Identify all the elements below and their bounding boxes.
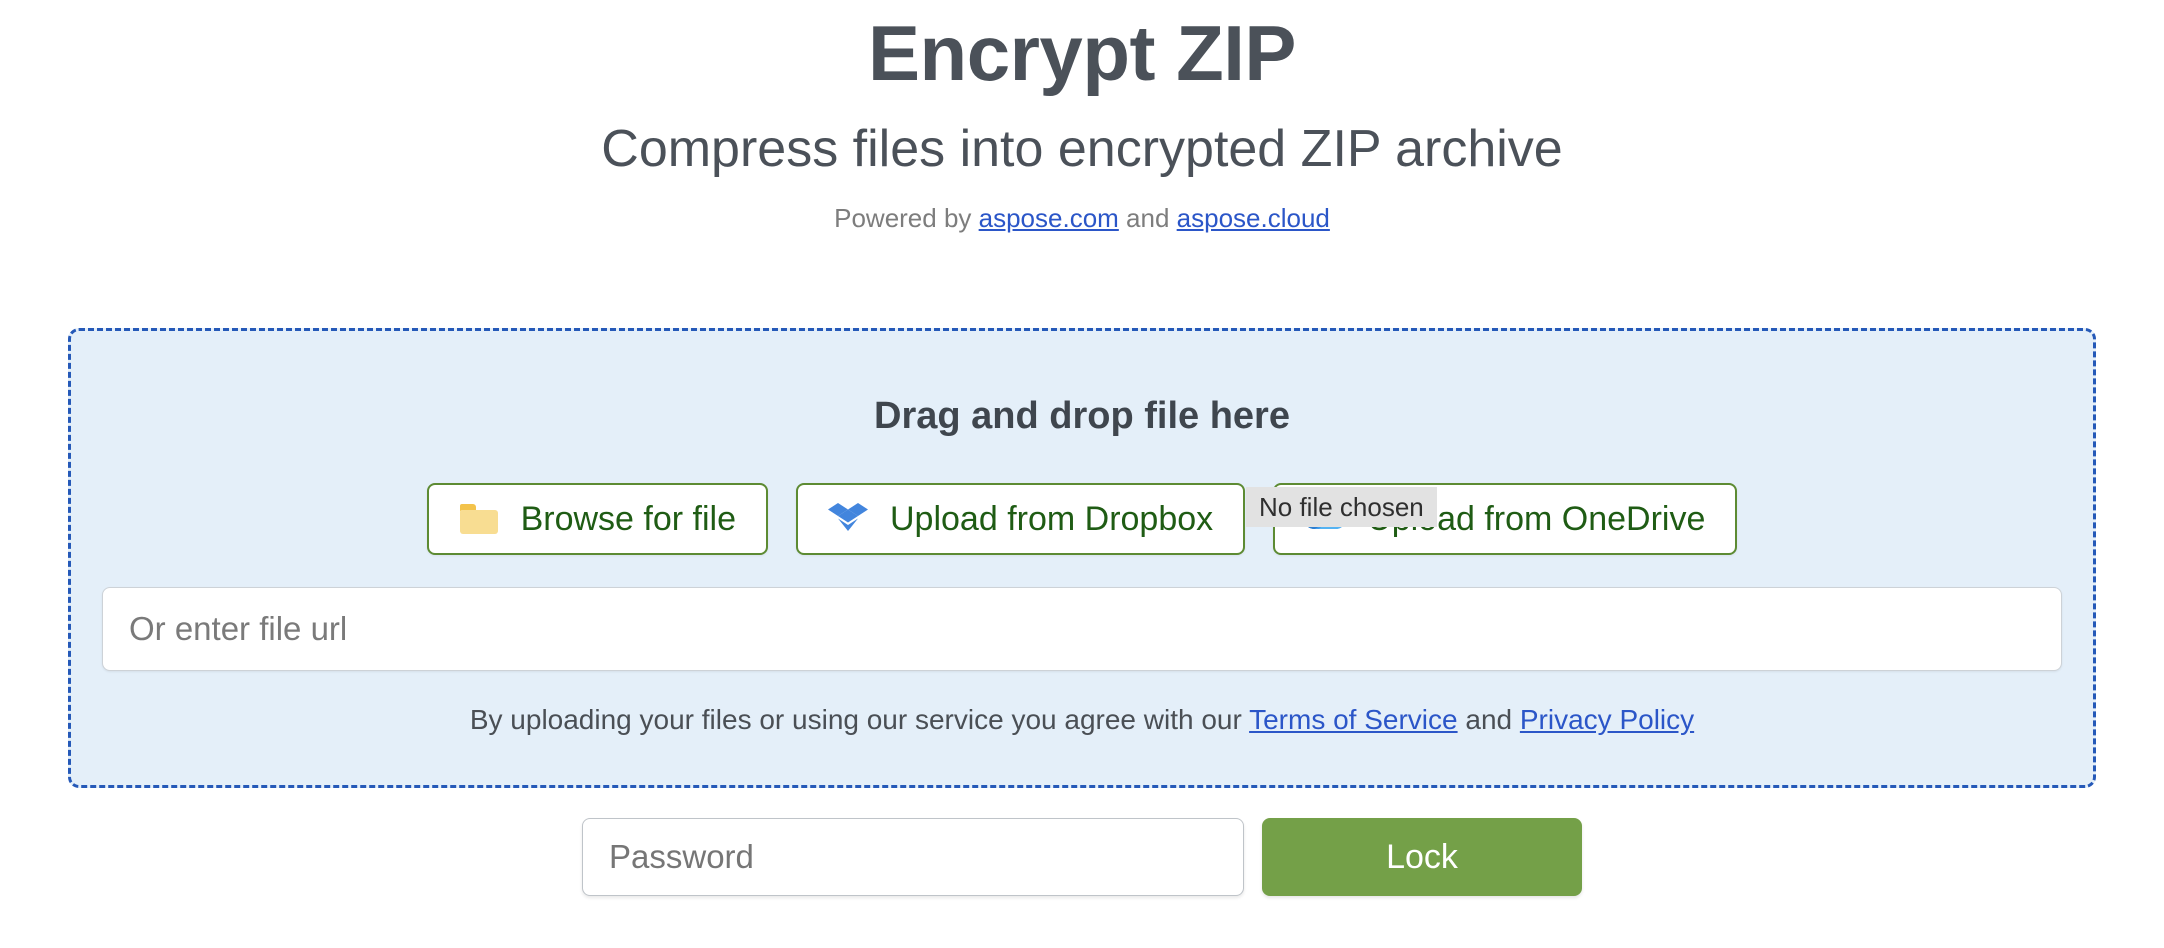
- powered-by-prefix: Powered by: [834, 203, 979, 233]
- dropbox-icon: [828, 499, 868, 539]
- terms-of-service-link[interactable]: Terms of Service: [1249, 704, 1458, 735]
- upload-source-buttons: Browse for file Upload from Dropbox Uplo…: [71, 483, 2093, 555]
- file-url-row: [71, 587, 2093, 671]
- upload-from-dropbox-label: Upload from Dropbox: [890, 500, 1214, 538]
- aspose-com-link[interactable]: aspose.com: [979, 203, 1119, 233]
- file-url-input[interactable]: [102, 587, 2062, 671]
- lock-button[interactable]: Lock: [1262, 818, 1582, 896]
- browse-for-file-button[interactable]: Browse for file: [426, 483, 768, 555]
- dropzone-heading: Drag and drop file here: [874, 395, 1290, 437]
- folder-icon: [459, 499, 499, 539]
- no-file-chosen-tooltip: No file chosen: [1246, 487, 1437, 527]
- page-title: Encrypt ZIP: [868, 9, 1296, 97]
- privacy-policy-link[interactable]: Privacy Policy: [1520, 704, 1694, 735]
- aspose-cloud-link[interactable]: aspose.cloud: [1177, 203, 1330, 233]
- page-subtitle: Compress files into encrypted ZIP archiv…: [601, 120, 1563, 178]
- terms-notice-prefix: By uploading your files or using our ser…: [469, 704, 1250, 735]
- browse-for-file-label: Browse for file: [520, 500, 736, 538]
- terms-notice-conjunction: and: [1457, 704, 1520, 735]
- upload-from-dropbox-button[interactable]: Upload from Dropbox: [796, 483, 1246, 555]
- encrypt-zip-page: Encrypt ZIP Compress files into encrypte…: [0, 0, 2164, 948]
- terms-notice: By uploading your files or using our ser…: [71, 671, 2093, 737]
- password-input[interactable]: [582, 818, 1244, 896]
- encrypt-action-row: Lock: [0, 818, 2164, 896]
- file-dropzone[interactable]: Drag and drop file here Browse for file: [68, 328, 2096, 788]
- powered-by-line: Powered by aspose.com and aspose.cloud: [0, 180, 2164, 234]
- powered-by-conjunction: and: [1118, 203, 1177, 233]
